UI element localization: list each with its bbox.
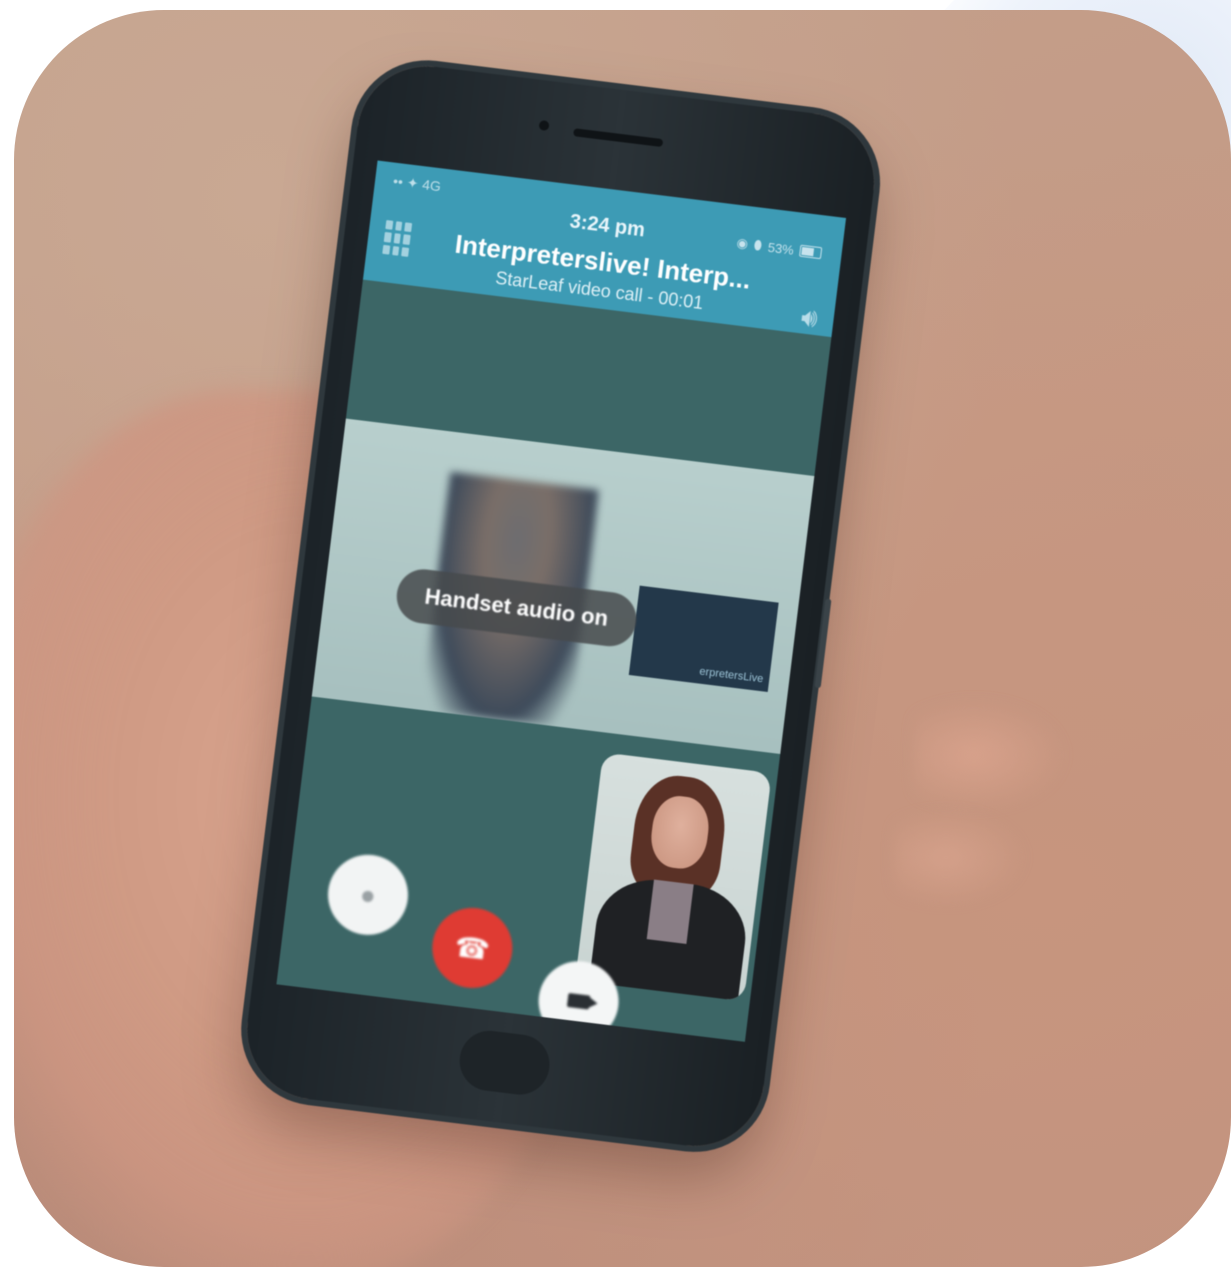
remote-background-screen: erpretersLive <box>628 585 779 693</box>
location-icon: ◉ <box>735 234 749 252</box>
self-view-video[interactable] <box>575 752 772 1002</box>
front-camera <box>538 119 550 132</box>
hang-up-icon: ☎︎ <box>453 930 492 966</box>
home-button[interactable] <box>456 1027 553 1098</box>
end-call-button[interactable]: ☎︎ <box>427 903 517 993</box>
side-button <box>814 598 832 689</box>
remote-video: erpretersLive Handset audio on <box>311 418 815 754</box>
self-shirt <box>646 879 694 944</box>
mute-button[interactable]: ● <box>323 850 413 940</box>
battery-percent: 53% <box>767 239 795 258</box>
video-camera-icon <box>566 992 591 1010</box>
image-frame: •• ✦ 4G 3:24 pm ◉ ⬮ 53% Interpreterslive… <box>0 0 1231 1267</box>
battery-icon <box>799 244 823 260</box>
smartphone: •• ✦ 4G 3:24 pm ◉ ⬮ 53% Interpreterslive… <box>239 58 883 1154</box>
finger <box>914 700 1064 810</box>
earpiece <box>572 128 664 148</box>
remote-screen-label: erpretersLive <box>698 665 764 686</box>
photo: •• ✦ 4G 3:24 pm ◉ ⬮ 53% Interpreterslive… <box>14 10 1231 1267</box>
microphone-icon: ● <box>358 878 378 911</box>
call-header: •• ✦ 4G 3:24 pm ◉ ⬮ 53% Interpreterslive… <box>362 160 847 338</box>
phone-screen: •• ✦ 4G 3:24 pm ◉ ⬮ 53% Interpreterslive… <box>276 160 847 1042</box>
bluetooth-icon: ⬮ <box>753 237 763 253</box>
speaker-icon[interactable]: 🔊︎ <box>799 301 820 335</box>
finger <box>894 810 1024 905</box>
keypad-icon[interactable] <box>382 220 413 257</box>
